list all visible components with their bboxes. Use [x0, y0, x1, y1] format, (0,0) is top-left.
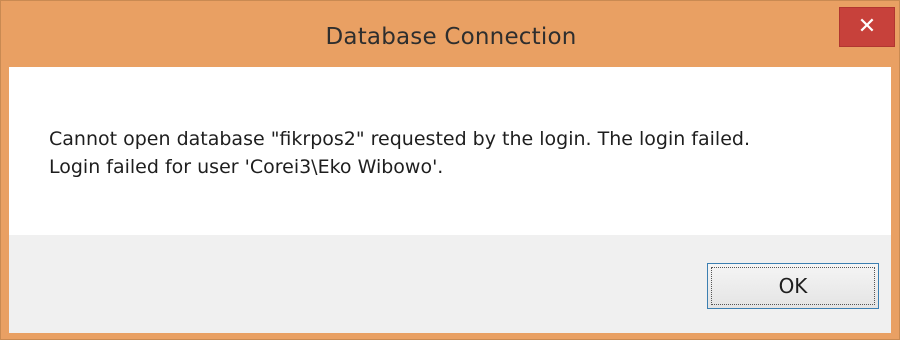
- database-connection-dialog: Database Connection ✕ Cannot open databa…: [0, 0, 900, 340]
- title-bar[interactable]: Database Connection ✕: [1, 1, 900, 67]
- error-message-line-1: Cannot open database "fikrpos2" requeste…: [49, 128, 750, 150]
- close-button[interactable]: ✕: [839, 7, 895, 47]
- error-message-line-2: Login failed for user 'Corei3\Eko Wibowo…: [49, 156, 444, 178]
- dialog-title: Database Connection: [325, 24, 577, 50]
- close-icon: ✕: [857, 14, 877, 39]
- button-bar: OK: [9, 235, 891, 333]
- message-area: Cannot open database "fikrpos2" requeste…: [9, 67, 891, 235]
- error-message: Cannot open database "fikrpos2" requeste…: [49, 125, 750, 181]
- ok-button[interactable]: OK: [707, 263, 879, 309]
